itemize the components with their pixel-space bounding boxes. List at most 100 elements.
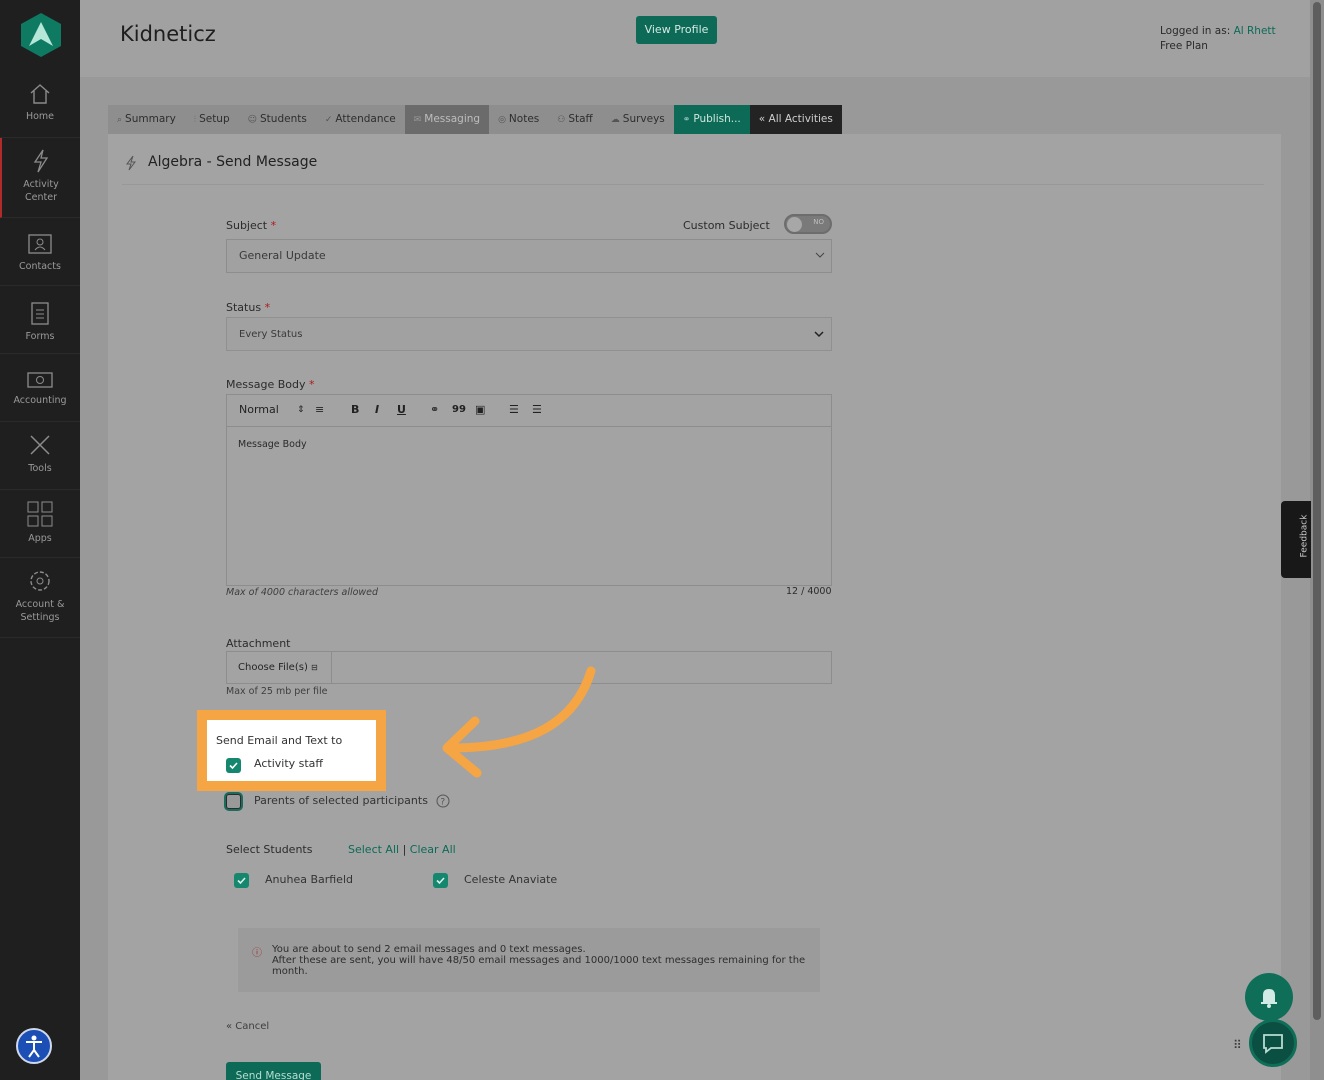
view-profile-button[interactable]: View Profile: [636, 16, 717, 44]
sidebar-item-label: Activity Center: [23, 179, 59, 203]
sidebar-item-home[interactable]: Home: [0, 82, 80, 138]
tab-all-activities[interactable]: « All Activities: [749, 105, 842, 134]
link-separator: |: [402, 843, 407, 856]
send-to-label: Send Email and Text to: [216, 734, 343, 747]
svg-text:?: ?: [440, 798, 445, 808]
tab-students[interactable]: ☺ Students: [238, 105, 316, 134]
quote-icon[interactable]: 99: [452, 403, 466, 417]
activity-tabs: ⌕ Summary ⫶ Setup ☺ Students ✓ Attendance ✉ M…: [108, 105, 842, 134]
editor-toolbar: Normal ⇕ ≡ B I U ⚭ 99 ▣ ☰ ☰: [226, 394, 832, 426]
status-label: Status *: [226, 301, 270, 314]
send-notice: ⓘ You are about to send 2 email messages…: [238, 928, 820, 992]
activity-staff-label: Activity staff: [254, 757, 323, 770]
send-message-button[interactable]: Send Message: [226, 1062, 321, 1080]
subject-select[interactable]: General Update: [226, 239, 832, 273]
char-count: 12 / 4000: [786, 586, 832, 597]
student-checkbox[interactable]: [433, 873, 448, 888]
select-all-link[interactable]: Select All: [348, 843, 399, 856]
activity-staff-checkbox[interactable]: [226, 758, 241, 773]
check-icon: [436, 877, 445, 885]
cancel-link[interactable]: « Cancel: [226, 1021, 269, 1032]
students-icon: ☺: [247, 115, 258, 125]
link-icon[interactable]: ⚭: [430, 403, 439, 417]
subject-label-text: Subject: [226, 219, 268, 232]
italic-button[interactable]: I: [375, 403, 379, 417]
accessibility-button[interactable]: [16, 1028, 52, 1064]
image-icon[interactable]: ▣: [475, 403, 485, 417]
sidebar-item-account-settings[interactable]: Account & Settings: [0, 558, 80, 638]
header: Kidneticz View Profile Logged in as: Al …: [80, 0, 1310, 77]
bold-button[interactable]: B: [351, 403, 359, 417]
bell-icon: [1261, 989, 1277, 1008]
choose-files-button[interactable]: Choose File(s) ⊟: [227, 652, 332, 683]
tab-messaging[interactable]: ✉ Messaging: [404, 105, 490, 134]
ordered-list-icon[interactable]: ☰: [509, 403, 519, 417]
clear-all-link[interactable]: Clear All: [410, 843, 456, 856]
attachment-label: Attachment: [226, 637, 291, 650]
required-marker: *: [270, 219, 277, 232]
sidebar-item-apps[interactable]: Apps: [0, 490, 80, 558]
scrollbar[interactable]: [1310, 0, 1324, 1080]
tab-summary[interactable]: ⌕ Summary: [108, 105, 185, 134]
status-select[interactable]: Every Status: [226, 317, 832, 351]
chevron-down-icon: [814, 331, 824, 338]
tab-label: Publish...: [693, 113, 741, 125]
tab-attendance[interactable]: ✓ Attendance: [315, 105, 405, 134]
tab-label: Students: [260, 113, 307, 125]
sidebar-item-label: Home: [25, 111, 55, 122]
feedback-tab[interactable]: Feedback: [1281, 501, 1311, 578]
required-marker: *: [308, 378, 315, 391]
student-name: Anuhea Barfield: [265, 873, 353, 886]
help-icon[interactable]: ?: [436, 794, 450, 808]
tab-label: Setup: [199, 113, 230, 125]
format-arrows-icon[interactable]: ⇕: [297, 403, 305, 417]
select-links: Select All | Clear All: [348, 843, 456, 856]
sidebar-item-tools[interactable]: Tools: [0, 422, 80, 490]
tab-staff[interactable]: ⚇ Staff: [548, 105, 602, 134]
drag-handle-icon[interactable]: ⠿: [1233, 1038, 1242, 1052]
staff-icon: ⚇: [557, 115, 566, 125]
summary-icon: ⌕: [117, 115, 123, 125]
underline-button[interactable]: U: [397, 403, 406, 417]
tab-label: Attendance: [335, 113, 396, 125]
sidebar-item-label: Account & Settings: [15, 599, 65, 623]
sidebar-item-accounting[interactable]: Accounting: [0, 354, 80, 422]
parents-checkbox[interactable]: [226, 794, 241, 809]
message-body-editor[interactable]: Message Body: [226, 426, 832, 586]
sidebar-item-activity-center[interactable]: Activity Center: [0, 138, 80, 218]
toggle-knob: [787, 217, 802, 232]
chevron-down-icon: [815, 252, 825, 258]
money-icon: [27, 372, 53, 388]
tab-label: Surveys: [622, 113, 665, 125]
bolt-icon: [33, 149, 49, 173]
user-link[interactable]: Al Rhett: [1234, 25, 1276, 37]
logo-icon[interactable]: [20, 12, 62, 58]
notice-line: After these are sent, you will have 48/5…: [272, 955, 806, 977]
sidebar-item-forms[interactable]: Forms: [0, 286, 80, 354]
format-select[interactable]: Normal: [239, 403, 279, 417]
choose-files-label: Choose File(s): [238, 662, 308, 673]
chat-button[interactable]: [1249, 1019, 1297, 1067]
sidebar-item-contacts[interactable]: Contacts: [0, 218, 80, 286]
status-label-text: Status: [226, 301, 262, 314]
tab-surveys[interactable]: ☁ Surveys: [601, 105, 674, 134]
message-panel: Algebra - Send Message Subject * Custom …: [108, 134, 1281, 1080]
notifications-button[interactable]: [1245, 973, 1293, 1021]
tab-setup[interactable]: ⫶ Setup: [184, 105, 239, 134]
align-icon[interactable]: ≡: [315, 403, 324, 417]
tab-label: Notes: [508, 113, 540, 125]
accessibility-icon: [26, 1035, 42, 1058]
tools-icon: [30, 435, 50, 455]
tab-publish[interactable]: ⚭ Publish...: [673, 105, 750, 134]
divider: [122, 184, 1264, 185]
scrollbar-thumb[interactable]: [1313, 2, 1321, 1020]
custom-subject-toggle[interactable]: NO: [784, 214, 832, 234]
parents-label: Parents of selected participants: [254, 794, 428, 807]
student-checkbox[interactable]: [234, 873, 249, 888]
info-icon: ⓘ: [252, 948, 262, 959]
tab-notes[interactable]: ◎ Notes: [489, 105, 549, 134]
apps-icon: [27, 501, 53, 527]
cloud-icon: ☁: [610, 115, 620, 125]
contacts-icon: [28, 234, 52, 254]
bullet-list-icon[interactable]: ☰: [532, 403, 542, 417]
